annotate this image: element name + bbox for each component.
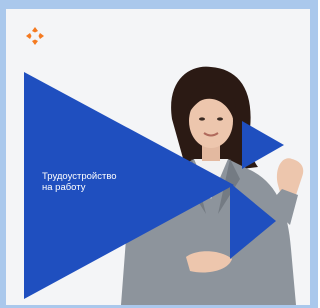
promo-illustration	[6, 9, 310, 305]
arrows-logo-icon	[25, 26, 45, 46]
promo-card[interactable]: Трудоустройство на работу	[6, 9, 310, 305]
banner-frame: Трудоустройство на работу	[0, 0, 318, 308]
banner-caption: Трудоустройство на работу	[42, 171, 117, 193]
